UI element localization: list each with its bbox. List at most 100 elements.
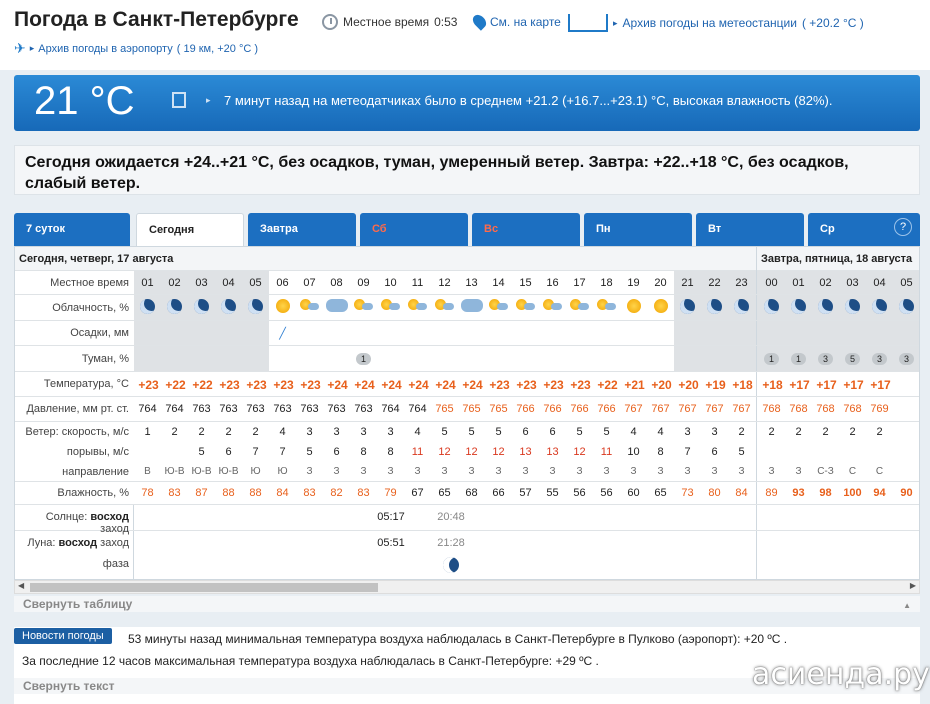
pressure-cell: 764: [408, 403, 427, 415]
tab-5[interactable]: Пн: [584, 213, 692, 246]
cloud-cell: [728, 299, 755, 317]
temp-cell: +23: [219, 378, 240, 392]
wind_speed-cell: 2: [171, 425, 178, 438]
humidity-cell: 88: [222, 487, 235, 499]
pressure-cell: 765: [435, 403, 454, 415]
cloud-cell: [458, 299, 485, 315]
cloud-cell: [377, 299, 404, 313]
cloud-icon: [460, 299, 483, 312]
cloud-icon: [497, 303, 508, 310]
wind_speed-cell: 2: [738, 425, 745, 438]
arrow-icon: ▸: [206, 95, 211, 105]
direction-cell: З: [603, 465, 610, 477]
help-icon[interactable]: ?: [894, 218, 912, 236]
gusts-cell: 12: [492, 445, 505, 458]
humidity-cell: 80: [708, 487, 721, 499]
direction-cell: З: [549, 465, 556, 477]
row-sun: Солнце: восход заход 05:17 20:48: [15, 505, 919, 535]
cloud-cell: [431, 299, 458, 313]
collapse-table-label[interactable]: Свернуть таблицу: [23, 597, 132, 611]
gusts-cell: 6: [711, 445, 718, 458]
row-label-humidity: Влажность, %: [57, 487, 129, 499]
day-tabs: 7 суток Сегодня Завтра Сб Вс Пн Вт Ср?: [14, 213, 920, 246]
temp-cell: +22: [165, 378, 186, 392]
wind_speed-cell: 2: [849, 425, 856, 438]
cloud-cell: [485, 299, 512, 313]
collapse-text-label[interactable]: Свернуть текст: [23, 679, 115, 693]
moon-phase-icon: [437, 557, 464, 576]
fog-badge: 1: [356, 352, 371, 365]
temp-cell: +23: [516, 378, 537, 392]
humidity-cell: 79: [384, 487, 397, 499]
row-label-direction: направление: [62, 465, 129, 478]
collapse-table-button[interactable]: Свернуть таблицу ▲: [14, 596, 920, 612]
cloud-cell: [215, 299, 242, 317]
humidity-cell: 88: [249, 487, 262, 499]
direction-cell: Ю-В: [191, 465, 212, 477]
cloud-icon: [416, 303, 427, 310]
cloud-cell: [512, 299, 539, 313]
table-scrollbar[interactable]: ◀ ▶: [14, 580, 920, 594]
direction-cell: З: [795, 465, 802, 477]
direction-cell: С: [848, 465, 857, 477]
humidity-cell: 57: [519, 487, 532, 499]
sun-rise-label: восход: [90, 511, 129, 523]
fog-badge: 1: [791, 352, 806, 365]
pressure-cell: 763: [192, 403, 211, 415]
pressure-cell: 765: [489, 403, 508, 415]
time-cell: 18: [600, 276, 613, 289]
station-archive-text[interactable]: Архив погоды на метеостанции: [623, 16, 797, 30]
tab-2[interactable]: Завтра: [248, 213, 356, 246]
tab-6[interactable]: Вт: [696, 213, 804, 246]
tab-3[interactable]: Сб: [360, 213, 468, 246]
direction-cell: З: [495, 465, 502, 477]
time-cell: 10: [384, 276, 397, 289]
tab-4[interactable]: Вс: [472, 213, 580, 246]
cloud-cell: [785, 299, 812, 317]
row-label-time: Местное время: [50, 276, 129, 289]
gusts-cell: 7: [684, 445, 691, 458]
humidity-cell: 100: [843, 487, 862, 499]
news-badge: Новости погоды: [14, 628, 112, 644]
row-label-moon: Луна: восход заход: [15, 537, 133, 549]
wind_speed-cell: 5: [603, 425, 610, 438]
pressure-cell: 763: [246, 403, 265, 415]
sun-label: Солнце:: [45, 511, 91, 523]
forecast-summary: Сегодня ожидается +24..+21 °C, без осадк…: [14, 145, 920, 195]
fog-cell: 1: [785, 352, 812, 365]
map-link[interactable]: См. на карте: [470, 12, 561, 31]
tab-1[interactable]: Сегодня: [136, 213, 244, 246]
humidity-cell: 82: [330, 487, 343, 499]
gusts-cell: 7: [279, 445, 286, 458]
cloud-icon: [308, 303, 319, 310]
airport-archive-text[interactable]: Архив погоды в аэропорту: [38, 43, 172, 55]
tab-0[interactable]: 7 суток: [14, 213, 130, 246]
fog-badge: 3: [818, 352, 833, 365]
station-archive-link[interactable]: ▸ Архив погоды на метеостанции ( +20.2 °…: [568, 14, 864, 32]
wind_speed-cell: 5: [468, 425, 475, 438]
moon-rise-label: восход: [58, 537, 101, 549]
temp-cell: +22: [192, 378, 213, 392]
gusts-cell: 5: [306, 445, 313, 458]
scroll-left-icon[interactable]: ◀: [18, 581, 24, 590]
pressure-cell: 768: [816, 403, 835, 415]
current-weather-banner: 21 °C ▸ 7 минут назад на метеодатчиках б…: [14, 75, 920, 131]
direction-cell: З: [306, 465, 313, 477]
row-temp: Температура, °C +23 +22 +22 +23 +23 +23 +23 +24 +…: [15, 372, 919, 397]
current-temperature: 21 °C: [34, 79, 135, 123]
temp-cell: +23: [246, 378, 267, 392]
wind_speed-cell: 5: [576, 425, 583, 438]
collapse-up-icon[interactable]: ▲: [903, 601, 911, 610]
pressure-cell: 763: [327, 403, 346, 415]
moon-icon: [167, 299, 182, 314]
map-link-text[interactable]: См. на карте: [490, 15, 561, 29]
time-cell: 08: [330, 276, 343, 289]
cloud-cell: [269, 299, 296, 316]
moon-icon: [248, 299, 263, 314]
airport-archive-link[interactable]: ✈ ▸ Архив погоды в аэропорту ( 19 км, +2…: [14, 40, 258, 57]
scroll-right-icon[interactable]: ▶: [910, 581, 916, 590]
gusts-cell: 13: [546, 445, 559, 458]
time-cell: 22: [708, 276, 721, 289]
time-cell: 02: [168, 276, 181, 289]
scroll-thumb[interactable]: [30, 583, 378, 592]
